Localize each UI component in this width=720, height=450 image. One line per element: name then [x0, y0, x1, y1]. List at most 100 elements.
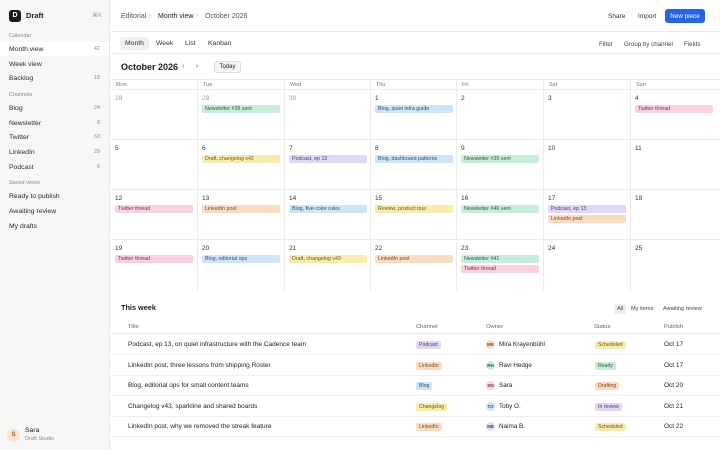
- calendar-event[interactable]: Newsletter #39 sent: [461, 155, 539, 163]
- day-number[interactable]: 30: [289, 95, 296, 102]
- import-button[interactable]: Import: [638, 13, 656, 20]
- column-status[interactable]: Status: [594, 324, 610, 330]
- tab-list[interactable]: List: [180, 37, 201, 50]
- calendar-event[interactable]: Podcast, ep 13: [548, 205, 626, 213]
- column-owner[interactable]: Owner: [486, 324, 503, 330]
- brand[interactable]: D Draft: [9, 9, 44, 22]
- sidebar-item-twitter[interactable]: Twitter 63: [0, 130, 109, 144]
- next-month-icon[interactable]: ›: [196, 63, 198, 70]
- column-publish[interactable]: Publish: [664, 324, 683, 330]
- tab-week[interactable]: Week: [151, 37, 178, 50]
- sidebar-item-month-view[interactable]: Month view 42: [0, 42, 109, 56]
- day-number[interactable]: 3: [548, 95, 552, 102]
- sidebar-item-podcast[interactable]: Podcast 6: [0, 160, 109, 174]
- sidebar-item-week-view[interactable]: Week view: [0, 57, 109, 71]
- owner-name: Ravi Hedge: [499, 361, 532, 369]
- day-number[interactable]: 19: [115, 245, 122, 252]
- calendar-event[interactable]: Newsletter #40 sent: [461, 205, 539, 213]
- filter-awaiting-review[interactable]: Awaiting review: [660, 304, 705, 314]
- day-number[interactable]: 21: [289, 245, 296, 252]
- breadcrumb-month-view[interactable]: Month view: [158, 13, 193, 20]
- table-row[interactable]: Podcast, ep 13, on quiet infrastructure …: [111, 335, 720, 355]
- day-number[interactable]: 25: [635, 245, 642, 252]
- tab-month[interactable]: Month: [120, 37, 149, 50]
- owner-cell: RH Ravi Hedge: [486, 360, 532, 370]
- column-title[interactable]: Title: [128, 324, 139, 330]
- day-number[interactable]: 2: [461, 95, 465, 102]
- tab-kanban[interactable]: Kanban: [203, 37, 236, 50]
- avatar: S: [7, 428, 20, 442]
- day-number[interactable]: 10: [548, 145, 555, 152]
- day-number[interactable]: 4: [635, 95, 639, 102]
- new-piece-button[interactable]: New piece: [665, 9, 705, 23]
- day-number[interactable]: 8: [375, 145, 379, 152]
- fields-button[interactable]: Fields: [684, 41, 701, 48]
- filter-button[interactable]: Filter: [599, 41, 613, 48]
- status-badge: Scheduled: [595, 423, 626, 431]
- day-number[interactable]: 1: [375, 95, 379, 102]
- filter-all[interactable]: All: [614, 304, 627, 314]
- calendar-event[interactable]: Blog, quiet infra guide: [375, 105, 453, 113]
- day-number[interactable]: 13: [202, 195, 209, 202]
- user-menu[interactable]: S Sara Draft Studio: [7, 426, 54, 444]
- sidebar-item-label: Ready to publish: [9, 192, 60, 200]
- calendar-event[interactable]: Podcast, ep 12: [289, 155, 367, 163]
- calendar-event[interactable]: Twitter thread: [635, 105, 713, 113]
- day-number[interactable]: 6: [202, 145, 206, 152]
- grid-divider: [370, 79, 371, 291]
- sidebar-item-newsletter[interactable]: Newsletter 8: [0, 116, 109, 130]
- sidebar-item-awaiting-review[interactable]: Awaiting review: [0, 204, 109, 218]
- calendar-event[interactable]: Draft, changelog v43: [289, 255, 367, 263]
- filter-my-items[interactable]: My items: [628, 304, 656, 314]
- day-number[interactable]: 16: [461, 195, 468, 202]
- day-number[interactable]: 5: [115, 145, 119, 152]
- share-button[interactable]: Share: [608, 13, 625, 20]
- day-number[interactable]: 23: [461, 245, 468, 252]
- sidebar-item-ready-to-publish[interactable]: Ready to publish: [0, 189, 109, 203]
- day-number[interactable]: 11: [635, 145, 642, 152]
- sidebar-item-blog[interactable]: Blog 24: [0, 101, 109, 115]
- calendar-event[interactable]: Blog, five color rules: [289, 205, 367, 213]
- table-row[interactable]: Changelog v43, sparkline and shared boar…: [111, 397, 720, 417]
- calendar-event[interactable]: Blog, dashboard patterns: [375, 155, 453, 163]
- day-number[interactable]: 9: [461, 145, 465, 152]
- calendar-event[interactable]: Newsletter #41: [461, 255, 539, 263]
- day-number[interactable]: 22: [375, 245, 382, 252]
- top-bar: Editorial › Month view › October 2026 Sh…: [111, 0, 720, 32]
- table-row[interactable]: Blog, editorial ops for small content te…: [111, 376, 720, 396]
- calendar-event[interactable]: LinkedIn post: [375, 255, 453, 263]
- sidebar-item-my-drafts[interactable]: My drafts: [0, 219, 109, 233]
- calendar-event[interactable]: LinkedIn post: [202, 205, 280, 213]
- table-row[interactable]: LinkedIn post, why we removed the streak…: [111, 417, 720, 437]
- day-number[interactable]: 12: [115, 195, 122, 202]
- day-number[interactable]: 24: [548, 245, 555, 252]
- day-number[interactable]: 18: [635, 195, 642, 202]
- calendar-event[interactable]: Blog, editorial ops: [202, 255, 280, 263]
- day-number[interactable]: 29: [202, 95, 209, 102]
- grid-divider: [111, 239, 720, 240]
- breadcrumb-editorial[interactable]: Editorial: [121, 13, 146, 20]
- today-button[interactable]: Today: [214, 61, 241, 73]
- day-number[interactable]: 14: [289, 195, 296, 202]
- publish-date: Oct 17: [664, 341, 684, 348]
- calendar-event[interactable]: Twitter thread: [115, 205, 193, 213]
- calendar-event[interactable]: Newsletter #38 sent: [202, 105, 280, 113]
- calendar-event[interactable]: Twitter thread: [115, 255, 193, 263]
- sidebar-item-backlog[interactable]: Backlog 18: [0, 71, 109, 85]
- sidebar-item-linkedin[interactable]: LinkedIn 29: [0, 145, 109, 159]
- column-channel[interactable]: Channel: [416, 324, 438, 330]
- day-number[interactable]: 15: [375, 195, 382, 202]
- table-row[interactable]: LinkedIn post, three lessons from shippi…: [111, 356, 720, 376]
- section-calendar-label: Calendar: [9, 33, 32, 39]
- prev-month-icon[interactable]: ‹: [182, 63, 184, 70]
- calendar-event[interactable]: Draft, changelog v42: [202, 155, 280, 163]
- day-number[interactable]: 28: [115, 95, 122, 102]
- group-by-button[interactable]: Group by channel: [624, 41, 673, 48]
- calendar-event[interactable]: Review, product tour: [375, 205, 453, 213]
- calendar-event[interactable]: LinkedIn post: [548, 215, 626, 223]
- day-number[interactable]: 7: [289, 145, 293, 152]
- day-number[interactable]: 20: [202, 245, 209, 252]
- day-number[interactable]: 17: [548, 195, 555, 202]
- calendar-event[interactable]: Twitter thread: [461, 265, 539, 273]
- command-shortcut[interactable]: ⌘K: [92, 12, 102, 19]
